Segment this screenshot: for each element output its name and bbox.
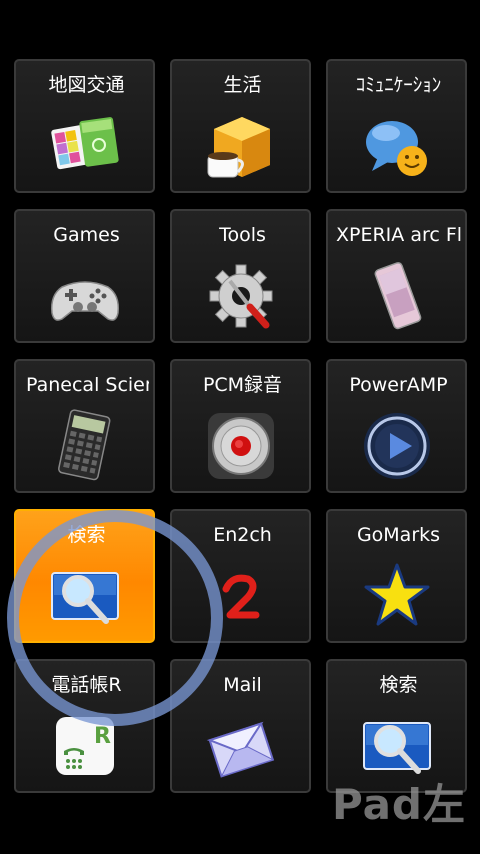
tile-label: 検索 bbox=[379, 674, 418, 696]
star-icon bbox=[360, 559, 434, 633]
maps-folder-icon bbox=[48, 109, 122, 183]
tile-pcm-recorder[interactable]: PCM録音 bbox=[170, 359, 311, 493]
tile-mail[interactable]: Mail bbox=[170, 659, 311, 793]
tile-label: 電話帳R bbox=[51, 674, 122, 696]
tile-label: XPERIA arc Fl bbox=[336, 224, 461, 246]
phonebook-icon: R bbox=[48, 709, 122, 783]
launcher-screen: 地図交通 生活 ｺﾐｭﾆｹｰｼｮﾝ Games Tools XPERIA arc… bbox=[0, 0, 480, 854]
tile-label: Panecal Scier bbox=[26, 374, 149, 396]
mail-envelope-icon bbox=[204, 709, 278, 783]
play-button-icon bbox=[360, 409, 434, 483]
tile-tools-folder[interactable]: Tools bbox=[170, 209, 311, 343]
tile-label: GoMarks bbox=[356, 524, 441, 546]
tile-xperia-arc[interactable]: XPERIA arc Fl bbox=[326, 209, 467, 343]
tile-panecal-scientific[interactable]: Panecal Scier bbox=[14, 359, 155, 493]
tile-gomarks[interactable]: GoMarks bbox=[326, 509, 467, 643]
tile-label: 生活 bbox=[223, 74, 262, 96]
tile-en2ch[interactable]: En2ch bbox=[170, 509, 311, 643]
search-magnifier-icon bbox=[48, 559, 122, 633]
tile-communication-folder[interactable]: ｺﾐｭﾆｹｰｼｮﾝ bbox=[326, 59, 467, 193]
tile-maps-folder[interactable]: 地図交通 bbox=[14, 59, 155, 193]
tile-search-selected[interactable]: 検索 bbox=[14, 509, 155, 643]
tile-label: ｺﾐｭﾆｹｰｼｮﾝ bbox=[355, 74, 442, 96]
tile-label: 検索 bbox=[67, 524, 106, 546]
coffee-box-icon bbox=[204, 109, 278, 183]
tile-life-folder[interactable]: 生活 bbox=[170, 59, 311, 193]
tile-label: Tools bbox=[219, 224, 266, 246]
chat-bubble-icon bbox=[360, 109, 434, 183]
tile-label: PowerAMP bbox=[349, 374, 448, 396]
tile-phonebook-r[interactable]: 電話帳R R bbox=[14, 659, 155, 793]
app-grid: 地図交通 生活 ｺﾐｭﾆｹｰｼｮﾝ Games Tools XPERIA arc… bbox=[14, 59, 467, 793]
svg-text:R: R bbox=[94, 724, 111, 749]
tile-label: 地図交通 bbox=[48, 74, 125, 96]
tile-label: En2ch bbox=[213, 524, 272, 546]
gear-wrench-icon bbox=[204, 259, 278, 333]
pad-side-indicator: Pad左 bbox=[331, 780, 466, 829]
record-button-icon bbox=[204, 409, 278, 483]
tile-poweramp[interactable]: PowerAMP bbox=[326, 359, 467, 493]
tile-label: PCM録音 bbox=[202, 374, 283, 396]
tile-games-folder[interactable]: Games bbox=[14, 209, 155, 343]
tile-label: Games bbox=[53, 224, 120, 246]
xperia-phone-icon bbox=[360, 259, 434, 333]
calculator-icon bbox=[48, 409, 122, 483]
tile-label: Mail bbox=[223, 674, 262, 696]
en2ch-logo-icon bbox=[204, 559, 278, 633]
gamepad-icon bbox=[48, 259, 122, 333]
